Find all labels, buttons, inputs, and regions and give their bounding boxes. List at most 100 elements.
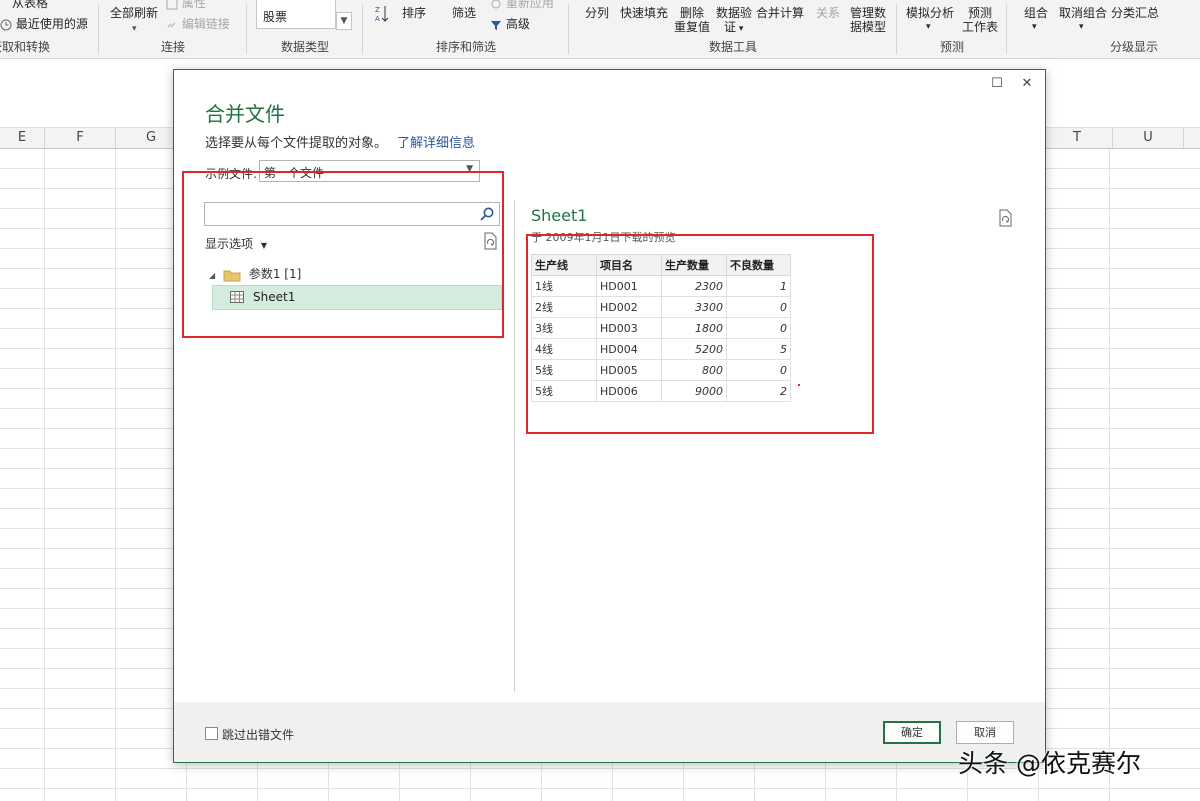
get-transform-group-label: 获取和转换	[0, 40, 51, 54]
advanced-filter-icon	[491, 20, 501, 30]
data-type-gallery-more-icon[interactable]: ▼	[336, 12, 352, 30]
column-letter: F	[76, 130, 84, 145]
sort-button[interactable]: 排序	[402, 6, 426, 20]
cancel-button[interactable]: 取消	[956, 721, 1014, 744]
ungroup-dropdown-icon: ▾	[1079, 22, 1084, 32]
edit-links-icon	[167, 22, 176, 27]
ribbon-separator	[1006, 4, 1007, 54]
maximize-icon[interactable]: ☐	[989, 76, 1005, 92]
group-dropdown-icon: ▾	[1032, 22, 1037, 32]
recent-sources-button[interactable]: 最近使用的源	[0, 17, 88, 31]
flash-fill-button[interactable]: 快速填充	[620, 6, 668, 20]
sort-za-button[interactable]: ZA	[374, 4, 390, 24]
column-letter: E	[17, 130, 27, 145]
sort-za-icon: ZA	[375, 6, 389, 23]
connections-group: 全部刷新 ▾ 属性 编辑链接 连接	[100, 0, 246, 58]
stocks-label: 股票	[263, 10, 288, 24]
ribbon: 从表格 最近使用的源 获取和转换 全部刷新 ▾ 属性 编辑链接 连接 数据类型 …	[0, 0, 1200, 59]
ribbon-separator	[362, 4, 363, 54]
svg-text:A: A	[375, 15, 380, 23]
sort-filter-group-label: 排序和筛选	[435, 40, 496, 54]
group-button[interactable]: 组合 ▾	[1024, 6, 1048, 34]
watermark: 头条 @依克赛尔	[958, 749, 1141, 778]
connections-group-label: 连接	[160, 40, 185, 54]
reapply-button[interactable]: 重新应用	[490, 0, 554, 10]
column-header-f[interactable]: F	[45, 128, 116, 148]
what-if-analysis-button[interactable]: 模拟分析 ▾	[906, 6, 954, 34]
outline-group: 组合 ▾ 取消组合 ▾ 分类汇总 分级显示	[1008, 0, 1200, 58]
ungroup-button[interactable]: 取消组合 ▾	[1059, 6, 1107, 34]
relationships-button[interactable]: 关系	[816, 6, 840, 20]
sort-label: 排序	[402, 6, 427, 20]
refresh-all-dropdown-icon[interactable]: ▾	[132, 22, 137, 36]
stocks-data-type[interactable]: 股票	[256, 0, 336, 29]
remove-duplicates-label-2: 重复值	[674, 20, 711, 34]
filter-button[interactable]: 筛选	[452, 6, 476, 20]
column-header-u[interactable]: U	[1113, 128, 1184, 148]
forecast-sheet-button[interactable]: 预测 工作表	[962, 0, 998, 34]
what-if-analysis-label: 模拟分析	[906, 6, 955, 20]
column-letter: U	[1143, 130, 1153, 145]
svg-text:Z: Z	[375, 6, 380, 14]
manage-data-model-button[interactable]: 管理数 据模型	[850, 0, 886, 34]
flash-fill-label: 快速填充	[620, 6, 669, 20]
ribbon-separator	[246, 4, 247, 54]
column-letter: T	[1073, 130, 1081, 145]
skip-errors-checkbox[interactable]	[205, 727, 218, 740]
data-validation-dropdown-icon: ▾	[736, 24, 744, 34]
forecast-group: 模拟分析 ▾ 预测 工作表 预测	[898, 0, 1006, 58]
learn-more-link[interactable]: 了解详细信息	[397, 136, 475, 151]
combine-files-dialog: ☐ ✕ 合并文件 选择要从每个文件提取的对象。 了解详细信息 示例文件: 第一个文…	[173, 69, 1046, 763]
data-validation-label-1: 数据验	[716, 6, 753, 20]
refresh-preview-icon[interactable]	[997, 209, 1013, 227]
properties-icon	[166, 0, 178, 9]
forecast-sheet-label-1: 预测	[968, 6, 993, 20]
advanced-filter-button[interactable]: 高级	[490, 17, 530, 31]
column-header-t[interactable]: T	[1042, 128, 1113, 148]
ribbon-separator	[896, 4, 897, 54]
from-table-button[interactable]: 从表格	[12, 0, 48, 10]
ribbon-separator	[98, 4, 99, 54]
dialog-footer: 跳过出错文件 确定 取消	[174, 702, 1045, 762]
skip-errors-label: 跳过出错文件	[222, 728, 295, 742]
relationships-label: 关系	[816, 6, 841, 20]
refresh-all-label: 全部刷新	[110, 6, 159, 20]
consolidate-button[interactable]: 合并计算	[756, 6, 804, 20]
data-validation-label-2: 证	[724, 20, 737, 34]
outline-group-label: 分级显示	[1109, 40, 1158, 54]
recent-sources-label: 最近使用的源	[15, 17, 88, 31]
data-tools-group: 分列 快速填充 删除 重复值 数据验 证 ▾ 合并计算 关系 管理数 据模型 数…	[570, 0, 896, 58]
pane-divider[interactable]	[514, 200, 515, 692]
preview-title: Sheet1	[531, 206, 588, 225]
ribbon-separator	[568, 4, 569, 54]
remove-duplicates-button[interactable]: 删除 重复值	[674, 0, 710, 34]
reapply-icon	[491, 0, 501, 8]
manage-data-model-label-1: 管理数	[850, 6, 887, 20]
data-validation-button[interactable]: 数据验 证 ▾	[716, 0, 752, 36]
subtotal-button[interactable]: 分类汇总	[1111, 6, 1159, 20]
text-to-columns-label: 分列	[585, 6, 610, 20]
refresh-all-button[interactable]: 全部刷新	[110, 6, 158, 20]
properties-button[interactable]: 属性	[166, 0, 206, 10]
consolidate-label: 合并计算	[756, 6, 805, 20]
dialog-description: 选择要从每个文件提取的对象。 了解详细信息	[205, 132, 475, 151]
sort-filter-group: ZA 排序 筛选 重新应用 高级 排序和筛选	[364, 0, 568, 58]
column-header-e[interactable]: E	[0, 128, 45, 148]
edit-links-button[interactable]: 编辑链接	[166, 17, 230, 31]
reapply-label: 重新应用	[505, 0, 554, 10]
data-types-group-label: 数据类型	[280, 40, 329, 54]
edit-links-label: 编辑链接	[181, 17, 230, 31]
close-icon[interactable]: ✕	[1019, 76, 1035, 92]
filter-label: 筛选	[452, 6, 477, 20]
red-dot-mark	[798, 384, 800, 386]
recent-sources-icon	[0, 19, 12, 30]
subtotal-label: 分类汇总	[1111, 6, 1160, 20]
what-if-dropdown-icon: ▾	[926, 22, 931, 32]
forecast-group-label: 预测	[939, 40, 964, 54]
ok-button[interactable]: 确定	[883, 721, 941, 744]
forecast-sheet-label-2: 工作表	[962, 20, 999, 34]
text-to-columns-button[interactable]: 分列	[585, 6, 609, 20]
advanced-filter-label: 高级	[505, 17, 530, 31]
group-label: 组合	[1024, 6, 1049, 20]
properties-label: 属性	[181, 0, 206, 10]
